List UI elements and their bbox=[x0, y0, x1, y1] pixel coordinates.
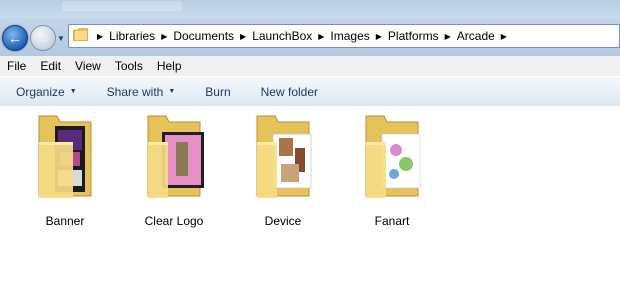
menu-view[interactable]: View bbox=[68, 59, 108, 73]
folder-label: Device bbox=[264, 214, 302, 228]
file-list: Banner Clear Logo Device Fanart bbox=[0, 106, 620, 288]
folder-item[interactable]: Device bbox=[238, 114, 328, 234]
folder-icon bbox=[147, 115, 204, 198]
folder-icon bbox=[38, 115, 92, 198]
menu-tools[interactable]: Tools bbox=[108, 59, 150, 73]
breadcrumb-documents[interactable]: Documents bbox=[173, 25, 234, 47]
chevron-down-icon: ▼ bbox=[168, 88, 176, 95]
breadcrumb-libraries[interactable]: Libraries bbox=[109, 25, 155, 47]
command-bar: Organize ▼ Share with ▼ Burn New folder bbox=[0, 76, 620, 107]
menu-edit[interactable]: Edit bbox=[33, 59, 68, 73]
recent-pages-dropdown-icon[interactable]: ▼ bbox=[56, 34, 66, 44]
back-button[interactable]: ← bbox=[2, 25, 28, 51]
folder-item[interactable]: Fanart bbox=[347, 114, 437, 234]
folder-item[interactable]: Clear Logo bbox=[129, 114, 219, 234]
breadcrumb-separator-icon[interactable]: ▶ bbox=[318, 32, 324, 41]
folder-icon bbox=[73, 28, 88, 41]
menu-bar: File Edit View Tools Help bbox=[0, 56, 620, 76]
organize-button[interactable]: Organize ▼ bbox=[16, 85, 77, 99]
breadcrumb-separator-icon[interactable]: ▶ bbox=[445, 32, 451, 41]
folder-label: Clear Logo bbox=[144, 214, 204, 228]
folder-item[interactable]: Banner bbox=[20, 114, 110, 234]
chevron-down-icon: ▼ bbox=[69, 88, 77, 95]
forward-arrow-icon: → bbox=[36, 30, 50, 46]
breadcrumb-images[interactable]: Images bbox=[330, 25, 369, 47]
breadcrumb-platforms[interactable]: Platforms bbox=[388, 25, 439, 47]
share-with-button[interactable]: Share with ▼ bbox=[107, 85, 176, 99]
folder-label: Banner bbox=[45, 214, 85, 228]
breadcrumb-arcade[interactable]: Arcade bbox=[457, 25, 495, 47]
folder-icon bbox=[256, 115, 312, 198]
folder-label: Fanart bbox=[374, 214, 410, 228]
breadcrumb-separator-icon[interactable]: ▶ bbox=[501, 32, 507, 41]
breadcrumb-separator-icon[interactable]: ▶ bbox=[97, 32, 103, 41]
breadcrumb-launchbox[interactable]: LaunchBox bbox=[252, 25, 312, 47]
breadcrumb-separator-icon[interactable]: ▶ bbox=[376, 32, 382, 41]
breadcrumb-separator-icon[interactable]: ▶ bbox=[161, 32, 167, 41]
burn-button[interactable]: Burn bbox=[205, 85, 230, 99]
new-folder-button[interactable]: New folder bbox=[261, 85, 318, 99]
window-title-ghost bbox=[62, 1, 182, 11]
forward-button[interactable]: → bbox=[30, 25, 56, 51]
menu-help[interactable]: Help bbox=[150, 59, 189, 73]
folder-icon bbox=[365, 115, 421, 198]
menu-file[interactable]: File bbox=[0, 59, 33, 73]
address-bar[interactable]: ▶ Libraries ▶ Documents ▶ LaunchBox ▶ Im… bbox=[68, 24, 620, 48]
breadcrumb-separator-icon[interactable]: ▶ bbox=[240, 32, 246, 41]
back-arrow-icon: ← bbox=[8, 30, 22, 46]
window-title-bar bbox=[0, 0, 620, 18]
